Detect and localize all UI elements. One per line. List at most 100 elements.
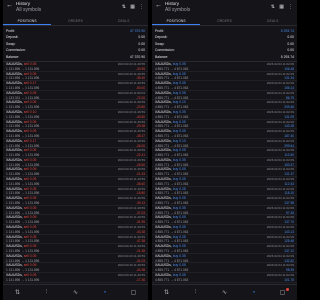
trade-symbol: XAUUSDs, [155,253,172,258]
symbol-filter[interactable]: All symbols [16,7,41,13]
trade-side-volume: buy 0.05 [172,215,186,220]
trade-row[interactable]: XAUUSDs, buy 0.05 4 855.771 → 4 871.063 20… [152,206,297,216]
trade-row[interactable]: XAUUSDs, sell 0.05 1 131.896 → 1 131.896 2… [3,215,148,226]
tab-deals[interactable]: DEALS [249,17,297,25]
chart-icon[interactable]: ⫶ [190,289,202,296]
trade-row[interactable]: XAUUSDs, sell 0.05 1 131.896 → 1 131.896 2… [3,148,148,158]
quotes-icon[interactable]: ⇅ [161,289,173,296]
calendar-icon[interactable]: ▦ [130,4,135,10]
trade-row[interactable]: XAUUSDs, sell 0.17 1 131.896 → 1 131.896 2… [3,81,148,91]
trade-row[interactable]: XAUUSDs, sell 0.05 1 131.896 → 1 131.896 2… [3,196,148,206]
trade-row[interactable]: XAUUSDs, sell 0.05 1 131.896 → 1 131.896 2… [3,225,148,235]
history-panel-left: ← History All symbols ⇅ ▦ ⋮ POSITIONS OR… [3,0,148,300]
trade-row[interactable]: XAUUSDs, buy 0.05 4 855.771 → 4 871.063 20… [152,235,297,245]
trade-row[interactable]: XAUUSDs, sell 0.05 1 131.896 → 1 131.896 2… [3,129,148,139]
bottom-nav: ⇅ ⫶ ∿ ◔ ▢ [152,284,297,300]
trade-symbol: XAUUSDs, [155,71,172,76]
sort-icon[interactable]: ⇅ [271,4,275,10]
trade-side-volume: buy 0.05 [172,273,186,278]
trade-row[interactable]: XAUUSDs, buy 0.10 4 855.771 → 4 871.063 20… [152,100,297,110]
trade-side-volume: sell 0.05 [23,157,37,162]
tab-orders[interactable]: ORDERS [200,17,248,25]
trade-side-volume: sell 0.05 [23,205,37,210]
trade-row[interactable]: XAUUSDs, buy 0.05 4 855.771 → 4 871.063 20… [152,187,297,197]
trade-row[interactable]: XAUUSDs, sell 0.05 1 131.896 → 1 131.896 2… [3,244,148,254]
trade-row[interactable]: XAUUSDs, buy 0.05 4 855.771 → 4 871.063 20… [152,148,297,158]
trade-side-volume: buy 0.05 [172,196,186,201]
tab-positions[interactable]: POSITIONS [152,17,201,25]
trade-side-volume: sell 0.05 [23,177,37,182]
tab-deals[interactable]: DEALS [100,17,148,25]
history-icon[interactable]: ◔ [248,290,260,296]
back-arrow-icon[interactable]: ← [6,2,13,10]
messages-icon[interactable]: ▢ [277,288,289,296]
trade-symbol: XAUUSDs, [155,167,172,172]
calendar-icon[interactable]: ▦ [279,4,284,10]
history-icon[interactable]: ◔ [99,290,111,296]
trade-row[interactable]: XAUUSDs, buy 0.05 4 855.771 → 4 871.063 20… [152,91,297,101]
more-icon[interactable]: ⋮ [139,4,144,10]
trade-row[interactable]: XAUUSDs, sell 0.05 1 131.896 → 1 131.896 2… [3,100,148,110]
trade-row[interactable]: XAUUSDs, sell 0.05 1 131.896 → 1 131.896 2… [3,235,148,245]
trade-row[interactable]: XAUUSDs, sell 0.05 1 131.896 → 1 131.896 2… [3,206,148,216]
trade-list: XAUUSDs, sell 0.05 1 131.896 → 1 131.896 2… [3,62,148,283]
trade-row[interactable]: XAUUSDs, buy 0.05 4 855.771 → 4 871.063 20… [152,158,297,168]
trade-side-volume: buy 0.05 [172,234,186,239]
trade-row[interactable]: XAUUSDs, buy 0.05 4 855.771 → 4 871.063 20… [152,215,297,226]
trade-row[interactable]: XAUUSDs, buy 0.05 4 855.771 → 4 871.063 20… [152,177,297,187]
trade-row[interactable]: XAUUSDs, buy 0.05 4 855.771 → 4 871.063 20… [152,196,297,206]
trade-symbol: XAUUSDs, [155,119,172,124]
trade-row[interactable]: XAUUSDs, buy 0.05 4 855.771 → 4 871.063 20… [152,81,297,91]
trade-row[interactable]: XAUUSDs, buy 0.05 4 855.771 → 4 871.063 20… [152,120,297,130]
trade-side-volume: buy 0.05 [172,177,186,182]
quotes-icon[interactable]: ⇅ [12,289,24,296]
trade-row[interactable]: XAUUSDs, buy 0.05 4 855.771 → 4 871.063 20… [152,129,297,139]
trade-side-volume: sell 0.05 [23,186,37,191]
trade-symbol: XAUUSDs, [155,244,172,249]
trade-symbol: XAUUSDs, [6,71,23,76]
trade-icon[interactable]: ∿ [219,289,231,296]
tab-orders[interactable]: ORDERS [51,17,99,25]
trade-row[interactable]: XAUUSDs, sell 0.05 1 131.896 → 1 131.896 2… [3,167,148,178]
trade-row[interactable]: XAUUSDs, buy 0.10 4 855.771 → 4 871.063 20… [152,139,297,149]
trade-symbol: XAUUSDs, [155,129,172,134]
trade-row[interactable]: XAUUSDs, sell 0.05 1 131.896 → 1 131.896 2… [3,62,148,72]
sort-icon[interactable]: ⇅ [122,4,126,10]
trade-side-volume: buy 0.05 [172,253,186,258]
trade-row[interactable]: XAUUSDs, sell 0.05 1 131.896 → 1 131.896 2… [3,263,148,274]
chart-icon[interactable]: ⫶ [41,289,53,296]
trade-row[interactable]: XAUUSDs, buy 0.05 4 855.771 → 4 871.063 20… [152,62,297,72]
trade-row[interactable]: XAUUSDs, sell 0.05 1 131.896 → 1 131.896 2… [3,273,148,283]
trade-row[interactable]: XAUUSDs, sell 0.05 1 131.896 → 1 131.896 2… [3,120,148,130]
trade-side-volume: sell 0.05 [23,119,37,124]
back-arrow-icon[interactable]: ← [155,2,162,10]
more-icon[interactable]: ⋮ [288,4,293,10]
trade-row[interactable]: XAUUSDs, sell 0.17 1 131.896 → 1 131.896 2… [3,139,148,149]
trade-symbol: XAUUSDs, [6,61,23,66]
trade-row[interactable]: XAUUSDs, buy 0.05 4 855.771 → 4 871.063 20… [152,110,297,120]
trade-symbol: XAUUSDs, [155,234,172,239]
messages-icon[interactable]: ▢ [128,289,140,296]
trade-side-volume: sell 0.05 [23,71,37,76]
trade-symbol: XAUUSDs, [6,273,23,278]
trade-row[interactable]: XAUUSDs, sell 0.05 1 131.896 → 1 131.896 2… [3,254,148,264]
trade-row[interactable]: XAUUSDs, sell 0.10 1 131.896 → 1 131.896 2… [3,110,148,120]
tab-positions[interactable]: POSITIONS [3,17,52,25]
trade-row[interactable]: XAUUSDs, sell 0.05 1 131.896 → 1 131.896 2… [3,158,148,168]
trade-row[interactable]: XAUUSDs, sell 0.05 1 133.331 → 1 131.896 2… [3,91,148,101]
trade-symbol: XAUUSDs, [155,273,172,278]
trade-row[interactable]: XAUUSDs, sell 0.05 1 131.896 → 1 131.896 2… [3,187,148,197]
trade-symbol: XAUUSDs, [6,119,23,124]
symbol-filter[interactable]: All symbols [165,7,190,13]
trade-row[interactable]: XAUUSDs, buy 0.05 4 855.771 → 4 871.063 20… [152,72,297,82]
trade-row[interactable]: XAUUSDs, buy 0.05 4 855.771 → 4 871.063 20… [152,273,297,283]
trade-symbol: XAUUSDs, [155,186,172,191]
trade-row[interactable]: XAUUSDs, sell 0.05 1 131.896 → 1 131.896 2… [3,177,148,187]
trade-row[interactable]: XAUUSDs, buy 0.05 4 855.771 → 4 871.063 20… [152,254,297,264]
trade-row[interactable]: XAUUSDs, sell 0.05 1 131.896 → 1 131.896 2… [3,72,148,82]
trade-row[interactable]: XAUUSDs, buy 0.05 4 855.771 → 4 871.063 20… [152,225,297,235]
trade-row[interactable]: XAUUSDs, buy 0.05 4 855.771 → 4 871.063 20… [152,167,297,178]
trade-row[interactable]: XAUUSDs, buy 0.05 4 855.771 → 4 871.063 20… [152,244,297,254]
trade-icon[interactable]: ∿ [70,289,82,296]
trade-row[interactable]: XAUUSDs, buy 0.05 4 855.771 → 4 871.063 20… [152,263,297,274]
